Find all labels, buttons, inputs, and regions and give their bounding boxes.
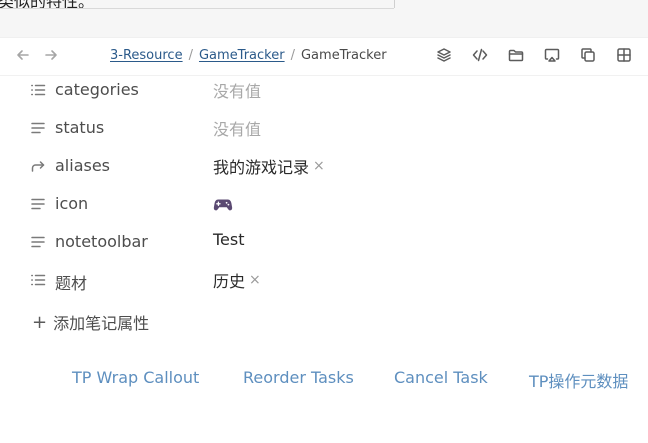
list-icon xyxy=(30,272,46,288)
previous-content-strip: 类似的特性。 xyxy=(0,0,648,38)
breadcrumb-separator: / xyxy=(188,48,193,63)
breadcrumb-separator: / xyxy=(290,48,295,63)
breadcrumb-gametracker-folder[interactable]: GameTracker xyxy=(199,48,285,63)
property-key[interactable]: notetoolbar xyxy=(55,232,148,251)
previous-divider xyxy=(0,8,394,9)
property-row-categories[interactable]: categories 没有值 xyxy=(0,76,648,108)
property-value-text[interactable]: Test xyxy=(213,230,245,249)
property-value-tag[interactable]: 历史 × xyxy=(213,268,261,292)
pane-divider xyxy=(394,0,395,8)
cancel-task-button[interactable]: Cancel Task xyxy=(394,368,488,387)
remove-tag-button[interactable]: × xyxy=(249,272,261,288)
property-value-empty[interactable]: 没有值 xyxy=(213,116,261,140)
text-icon xyxy=(30,234,46,250)
forward-arrow-icon xyxy=(30,158,46,174)
text-icon xyxy=(30,196,46,212)
remove-tag-button[interactable]: × xyxy=(313,158,325,174)
property-row-notetoolbar[interactable]: notetoolbar Test xyxy=(0,228,648,260)
property-key[interactable]: 题材 xyxy=(55,270,87,294)
forward-button[interactable] xyxy=(42,48,60,66)
alias-tag-text: 我的游戏记录 xyxy=(213,158,310,177)
arrow-right-icon xyxy=(43,47,59,67)
property-key[interactable]: status xyxy=(55,118,104,137)
back-button[interactable] xyxy=(14,48,32,66)
add-property-button[interactable]: + 添加笔记属性 xyxy=(32,310,149,334)
note-header: 3-Resource / GameTracker / GameTracker xyxy=(0,38,648,76)
text-icon xyxy=(30,120,46,136)
property-row-aliases[interactable]: aliases 我的游戏记录 × xyxy=(0,152,648,184)
source-mode-button[interactable] xyxy=(470,47,490,67)
cast-icon xyxy=(544,47,560,67)
arrow-left-icon xyxy=(15,47,31,67)
breadcrumb: 3-Resource / GameTracker / GameTracker xyxy=(110,48,387,63)
property-value-icon[interactable] xyxy=(213,194,233,214)
breadcrumb-current-note[interactable]: GameTracker xyxy=(301,48,387,63)
folder-button[interactable] xyxy=(506,47,526,67)
property-row-status[interactable]: status 没有值 xyxy=(0,114,648,146)
property-value-empty[interactable]: 没有值 xyxy=(213,78,261,102)
property-row-icon[interactable]: icon xyxy=(0,190,648,222)
breadcrumb-resource[interactable]: 3-Resource xyxy=(110,48,183,63)
previous-text: 类似的特性。 xyxy=(0,0,95,11)
property-key[interactable]: aliases xyxy=(55,156,110,175)
note-toolbar: TP Wrap Callout Reorder Tasks Cancel Tas… xyxy=(0,368,648,394)
code-icon xyxy=(472,47,488,67)
grid-icon xyxy=(616,47,632,67)
game-controller-icon xyxy=(213,194,233,214)
list-icon xyxy=(30,82,46,98)
property-value-tag[interactable]: 我的游戏记录 × xyxy=(213,154,325,178)
tp-metadata-button[interactable]: TP操作元数据 xyxy=(529,368,628,392)
theme-tag-text: 历史 xyxy=(213,272,246,291)
add-property-label: 添加笔记属性 xyxy=(53,314,150,333)
layers-button[interactable] xyxy=(434,47,454,67)
property-key[interactable]: categories xyxy=(55,80,139,99)
grid-button[interactable] xyxy=(614,47,634,67)
cast-button[interactable] xyxy=(542,47,562,67)
tp-wrap-callout-button[interactable]: TP Wrap Callout xyxy=(72,368,199,387)
copy-button[interactable] xyxy=(578,47,598,67)
folder-icon xyxy=(508,47,524,67)
copy-icon xyxy=(580,47,596,67)
layers-icon xyxy=(436,47,452,67)
reorder-tasks-button[interactable]: Reorder Tasks xyxy=(243,368,354,387)
plus-icon: + xyxy=(32,311,48,333)
property-row-theme[interactable]: 题材 历史 × xyxy=(0,266,648,298)
property-key[interactable]: icon xyxy=(55,194,88,213)
